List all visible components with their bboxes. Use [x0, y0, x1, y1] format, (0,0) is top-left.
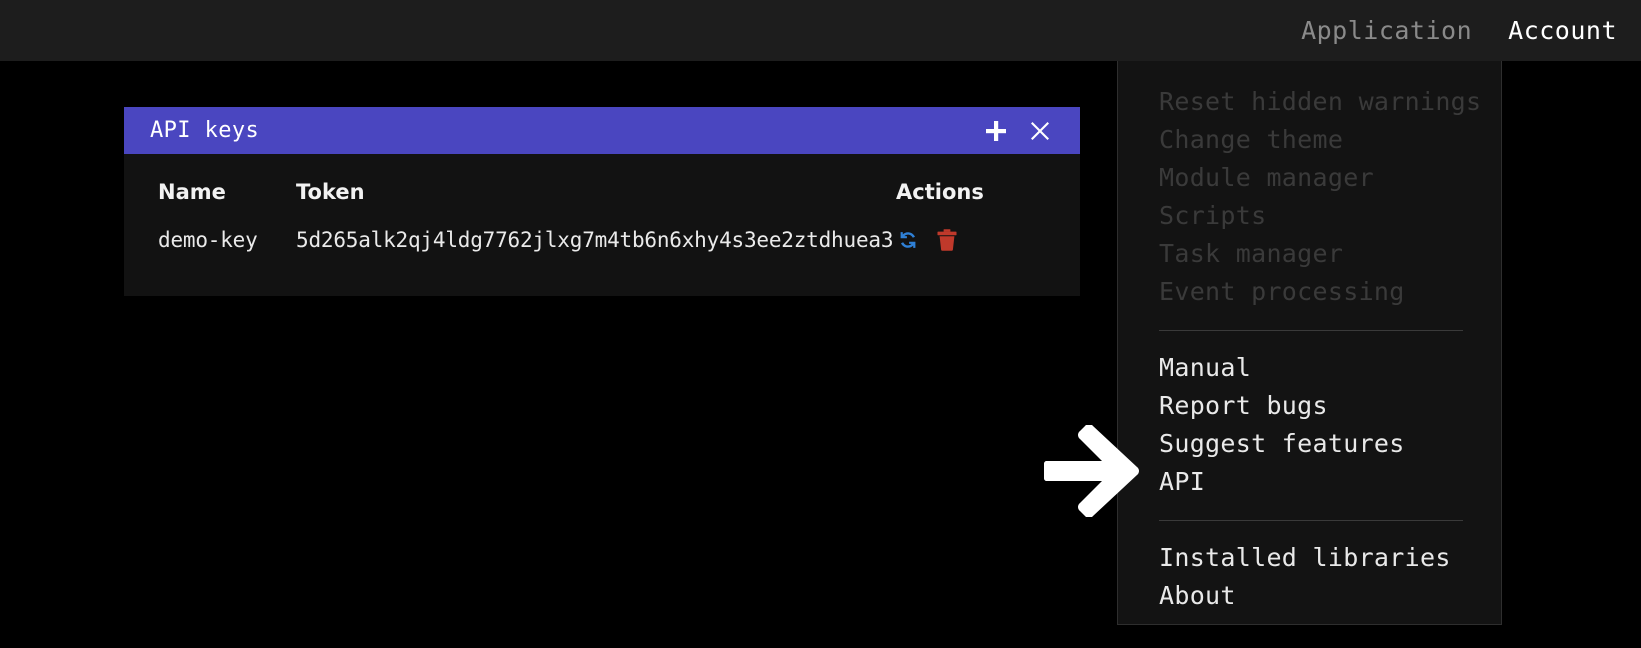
menu-item-manual[interactable]: Manual — [1118, 349, 1501, 387]
delete-icon — [937, 229, 957, 251]
close-dialog-button[interactable] — [1018, 109, 1062, 153]
dialog-title: API keys — [150, 118, 260, 143]
top-navigation-bar: Application Account — [0, 0, 1641, 61]
menu-item-about[interactable]: About — [1118, 577, 1501, 615]
menu-group-help: Manual Report bugs Suggest features API — [1118, 349, 1501, 501]
menu-separator — [1159, 330, 1463, 331]
dialog-body: Name Token Actions demo-key 5d265alk2qj4… — [124, 154, 1080, 296]
cell-key-actions — [896, 222, 1046, 256]
table-row: demo-key 5d265alk2qj4ldg7762jlxg7m4tb6n6… — [158, 222, 1046, 256]
menu-item-installed-libraries[interactable]: Installed libraries — [1118, 539, 1501, 577]
add-api-key-button[interactable] — [974, 109, 1018, 153]
regenerate-icon — [900, 232, 916, 248]
menu-separator — [1159, 520, 1463, 521]
menu-item-change-theme: Change theme — [1159, 125, 1344, 154]
regenerate-key-button[interactable] — [896, 228, 920, 252]
menu-group-about: Installed libraries About — [1118, 539, 1501, 615]
menu-item-task-manager: Task manager — [1159, 239, 1344, 268]
column-header-token: Token — [296, 180, 365, 204]
menu-item-report-bugs[interactable]: Report bugs — [1118, 387, 1501, 425]
column-header-name: Name — [158, 180, 226, 204]
api-keys-table: Name Token Actions demo-key 5d265alk2qj4… — [158, 180, 1046, 256]
screen: Application Account Reset hidden warning… — [0, 0, 1641, 648]
menu-item-module-manager: Module manager — [1159, 163, 1374, 192]
menu-item-suggest-features[interactable]: Suggest features — [1118, 425, 1501, 463]
menu-item-scripts: Scripts — [1159, 201, 1267, 230]
account-dropdown-menu: Reset hidden warnings Change theme Modul… — [1117, 61, 1502, 625]
topbar-item-account[interactable]: Account — [1508, 16, 1617, 45]
table-header: Name Token Actions — [158, 180, 1046, 222]
menu-item-api[interactable]: API — [1118, 463, 1501, 501]
api-keys-dialog: API keys Name Token Actions demo-key 5d2… — [124, 107, 1080, 296]
close-icon — [1031, 121, 1049, 140]
menu-group-application-tools: Reset hidden warnings Change theme Modul… — [1118, 83, 1501, 311]
table-body: demo-key 5d265alk2qj4ldg7762jlxg7m4tb6n6… — [158, 222, 1046, 256]
column-header-actions: Actions — [896, 180, 984, 204]
menu-item-reset-hidden-warnings: Reset hidden warnings — [1159, 87, 1482, 116]
menu-item-event-processing: Event processing — [1159, 277, 1405, 306]
delete-key-button[interactable] — [936, 228, 958, 252]
cell-key-name: demo-key — [158, 228, 258, 252]
topbar-item-application[interactable]: Application — [1301, 16, 1472, 45]
row-actions — [896, 228, 1046, 252]
cell-key-token: 5d265alk2qj4ldg7762jlxg7m4tb6n6xhy4s3ee2… — [296, 228, 894, 252]
table-header-row: Name Token Actions — [158, 180, 1046, 222]
dialog-titlebar: API keys — [124, 107, 1080, 154]
plus-icon — [986, 120, 1006, 141]
